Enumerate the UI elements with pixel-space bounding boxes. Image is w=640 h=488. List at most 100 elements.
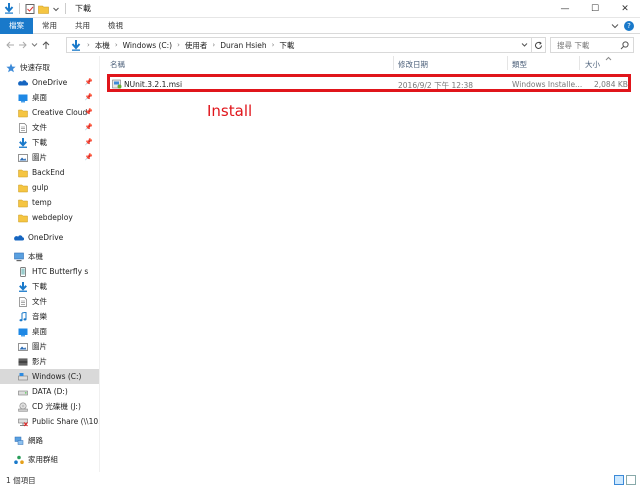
pin-icon[interactable]: 📌 — [85, 153, 93, 161]
nav-item-creative-cloud[interactable]: Creative Cloud 📌 — [0, 105, 99, 120]
arrow-up-icon — [42, 40, 50, 49]
nav-item-data-d[interactable]: DATA (D:) — [0, 384, 99, 399]
column-header-size[interactable]: 大小 — [585, 59, 600, 70]
close-button[interactable]: ✕ — [610, 0, 640, 18]
new-folder-icon[interactable] — [38, 4, 49, 14]
pin-icon[interactable]: 📌 — [85, 93, 93, 101]
nav-item-documents[interactable]: 文件 — [0, 294, 99, 309]
nav-item-backend[interactable]: BackEnd — [0, 165, 99, 180]
pin-icon[interactable]: 📌 — [85, 123, 93, 131]
forward-button[interactable] — [16, 37, 28, 53]
nav-item-videos[interactable]: 影片 — [0, 354, 99, 369]
breadcrumb-separator: › — [87, 41, 90, 49]
quick-access-toolbar: 下載 — [0, 0, 91, 18]
column-header-modified[interactable]: 修改日期 — [398, 59, 428, 70]
nav-item-music[interactable]: 音樂 — [0, 309, 99, 324]
refresh-icon — [535, 41, 542, 49]
nav-this-pc[interactable]: 本機 — [0, 249, 99, 264]
breadcrumb-separator: › — [271, 41, 275, 49]
tab-file[interactable]: 檔案 — [0, 17, 33, 34]
nav-item-pictures-pinned[interactable]: 圖片 📌 — [0, 150, 99, 165]
search-placeholder: 搜尋 下載 — [557, 40, 590, 50]
nav-onedrive[interactable]: OneDrive — [0, 230, 99, 245]
nav-item-cd-drive[interactable]: CD 光碟機 (J:) — [0, 399, 99, 414]
homegroup-icon — [14, 455, 24, 464]
nav-item-temp[interactable]: temp — [0, 195, 99, 210]
onedrive-icon — [18, 79, 28, 85]
file-size: 2,084 KB — [594, 80, 628, 89]
tab-share[interactable]: 共用 — [66, 18, 99, 34]
cd-drive-icon — [18, 401, 28, 412]
address-bar[interactable]: › 本機 › Windows (C:) › 使用者 › Duran Hsieh … — [66, 37, 546, 53]
nav-item-desktop-pinned[interactable]: 桌面 📌 — [0, 90, 99, 105]
msi-installer-icon — [112, 79, 122, 89]
window-controls: — ☐ ✕ — [550, 0, 640, 18]
ribbon-right-controls: ? — [611, 21, 634, 31]
pictures-icon — [18, 153, 28, 162]
nav-network[interactable]: 網路 — [0, 433, 99, 448]
column-header-type[interactable]: 類型 — [512, 59, 527, 70]
nav-homegroup[interactable]: 家用群組 — [0, 452, 99, 467]
expand-ribbon-icon[interactable] — [611, 22, 619, 30]
nav-item-webdeploy[interactable]: webdeploy — [0, 210, 99, 225]
nav-item-windows-c[interactable]: Windows (C:) — [0, 369, 99, 384]
column-divider[interactable] — [393, 56, 394, 70]
table-row[interactable]: NUnit.3.2.1.msi 2016/9/2 下午 12:38 Window… — [107, 74, 631, 92]
details-view-button[interactable] — [614, 475, 624, 485]
maximize-button[interactable]: ☐ — [580, 0, 610, 18]
toolbar-divider — [65, 3, 66, 14]
column-header-name[interactable]: 名稱 — [110, 59, 125, 70]
nav-item-public-share[interactable]: Public Share (\\10. — [0, 414, 99, 429]
breadcrumb-users[interactable]: 使用者 — [185, 40, 208, 51]
sort-ascending-icon — [605, 56, 612, 61]
download-location-icon — [71, 40, 81, 51]
column-divider[interactable] — [507, 56, 508, 70]
tab-view[interactable]: 檢視 — [99, 18, 132, 34]
properties-icon[interactable] — [25, 3, 35, 14]
nav-item-pictures[interactable]: 圖片 — [0, 339, 99, 354]
customize-toolbar-icon[interactable] — [52, 4, 60, 14]
refresh-button[interactable] — [531, 38, 545, 52]
drive-icon — [18, 372, 28, 380]
tab-home[interactable]: 常用 — [33, 18, 66, 34]
nav-item-documents-pinned[interactable]: 文件 📌 — [0, 120, 99, 135]
title-bar: 下載 — ☐ ✕ — [0, 0, 640, 18]
up-button[interactable] — [40, 37, 52, 53]
back-button[interactable] — [4, 37, 16, 53]
breadcrumb-this-pc[interactable]: 本機 — [95, 40, 110, 51]
large-icons-view-button[interactable] — [626, 475, 636, 485]
nav-item-downloads-pinned[interactable]: 下載 📌 — [0, 135, 99, 150]
breadcrumb-separator: › — [114, 41, 118, 49]
nav-quick-access[interactable]: 快速存取 — [0, 60, 99, 75]
folder-icon — [18, 184, 28, 192]
folder-icon — [18, 214, 28, 222]
minimize-button[interactable]: — — [550, 0, 580, 18]
pin-icon[interactable]: 📌 — [85, 78, 93, 86]
nav-item-desktop[interactable]: 桌面 — [0, 324, 99, 339]
network-drive-icon — [18, 418, 28, 426]
folder-icon — [18, 109, 28, 117]
desktop-icon — [18, 328, 28, 336]
pin-icon[interactable]: 📌 — [85, 108, 93, 116]
column-divider[interactable] — [579, 56, 580, 70]
nav-item-onedrive-pinned[interactable]: OneDrive 📌 — [0, 75, 99, 90]
breadcrumb-downloads[interactable]: 下載 — [279, 40, 294, 51]
toolbar-divider — [19, 3, 20, 14]
address-dropdown-button[interactable] — [517, 38, 531, 52]
breadcrumb-separator: › — [212, 41, 216, 49]
nav-item-gulp[interactable]: gulp — [0, 180, 99, 195]
folder-icon — [18, 169, 28, 177]
breadcrumb-user[interactable]: Duran Hsieh — [220, 41, 266, 50]
file-name[interactable]: NUnit.3.2.1.msi — [124, 80, 182, 89]
download-arrow-icon[interactable] — [4, 3, 14, 14]
file-list: 名稱 修改日期 類型 大小 NUnit.3.2.1.msi 2016/9/2 下… — [101, 56, 640, 472]
help-button[interactable]: ? — [624, 21, 634, 31]
column-headers: 名稱 修改日期 類型 大小 — [101, 56, 640, 70]
breadcrumb-windows-c[interactable]: Windows (C:) — [123, 41, 172, 50]
recent-locations-button[interactable] — [28, 37, 40, 53]
search-input[interactable]: 搜尋 下載 — [550, 37, 634, 53]
onedrive-icon — [14, 234, 24, 240]
pin-icon[interactable]: 📌 — [85, 138, 93, 146]
nav-item-downloads[interactable]: 下載 — [0, 279, 99, 294]
nav-item-htc-butterfly[interactable]: HTC Butterfly s — [0, 264, 99, 279]
